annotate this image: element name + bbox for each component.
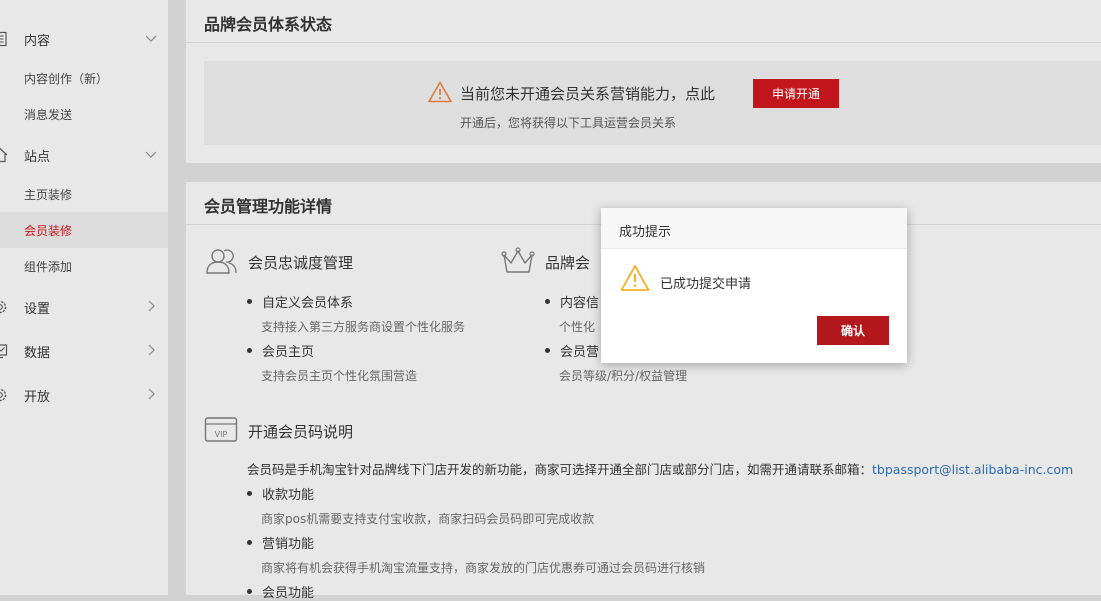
panel-title: 品牌会员体系状态 (204, 15, 333, 34)
sidebar-item-label: 主页装修 (24, 188, 73, 202)
chevron-down-icon (145, 151, 157, 158)
sidebar-group-label: 开放 (24, 390, 51, 405)
sidebar: 内容 内容创作（新） 消息发送 站点 主页装修 会员装修 组件添加 设置 数据 … (0, 0, 168, 595)
list-item: 自定义会员体系 (246, 292, 353, 311)
dialog-header: 成功提示 (601, 208, 907, 249)
sidebar-item-home-decor[interactable]: 主页装修 (0, 176, 168, 212)
gear-icon (0, 300, 7, 314)
list-item-desc: 支持接入第三方服务商设置个性化服务 (261, 320, 466, 334)
sidebar-group-open[interactable]: 开放 (0, 377, 168, 413)
warning-icon (620, 265, 650, 291)
list-item: 收款功能 (246, 484, 314, 503)
panel-title: 会员管理功能详情 (204, 197, 333, 216)
list-item-desc: 商家将有机会获得手机淘宝流量支持，商家发放的门店优惠券可通过会员码进行核销 (261, 561, 706, 575)
notice-text: 当前您未开通会员关系营销能力，点此 (460, 85, 716, 103)
list-item-desc: 支持会员主页个性化氛围营造 (261, 369, 418, 383)
dialog-title: 成功提示 (619, 225, 672, 240)
status-panel: 品牌会员体系状态 当前您未开通会员关系营销能力，点此 申请开通 开通后，您将获得… (186, 0, 1101, 163)
members-icon (206, 249, 237, 274)
notice-subtext: 开通后，您将获得以下工具运营会员关系 (460, 116, 677, 130)
list-item: 会员主页 (246, 341, 314, 360)
sidebar-item-label: 消息发送 (24, 108, 73, 122)
warning-icon (428, 81, 452, 103)
confirm-button[interactable]: 确认 (817, 316, 889, 345)
list-item-desc: 商家pos机需要支持支付宝收款，商家扫码会员码即可完成收款 (261, 512, 595, 526)
success-dialog: 成功提示 已成功提交申请 确认 (601, 208, 907, 363)
contact-email-link[interactable]: tbpassport@list.alibaba-inc.com (872, 462, 1073, 477)
sidebar-item-widget-add[interactable]: 组件添加 (0, 248, 168, 284)
sidebar-group-data[interactable]: 数据 (0, 333, 168, 369)
dialog-message: 已成功提交申请 (660, 277, 752, 292)
panel-header: 品牌会员体系状态 (186, 0, 1101, 43)
vip-intro: 会员码是手机淘宝针对品牌线下门店开发的新功能，商家可选择开通全部门店或部分门店，… (247, 459, 1073, 478)
vip-intro-text: 会员码是手机淘宝针对品牌线下门店开发的新功能，商家可选择开通全部门店或部分门店，… (247, 462, 873, 477)
sidebar-item-message-send[interactable]: 消息发送 (0, 96, 168, 132)
gear-icon (0, 388, 7, 402)
list-item: 会员功能 (246, 582, 314, 601)
list-item-desc: 个性化 (559, 320, 596, 334)
sidebar-item-label: 会员装修 (24, 224, 73, 238)
chevron-right-icon (148, 388, 155, 400)
sidebar-item-label: 内容创作（新） (24, 72, 109, 86)
list-item: 营销功能 (246, 533, 314, 552)
brand-title: 品牌会 (545, 254, 591, 272)
document-icon (0, 31, 7, 47)
sidebar-group-settings[interactable]: 设置 (0, 289, 168, 325)
sidebar-group-site[interactable]: 站点 (0, 137, 168, 173)
list-item-desc: 会员等级/积分/权益管理 (559, 369, 688, 383)
list-item: 内容信 (544, 292, 599, 311)
svg-text:VIP: VIP (215, 430, 228, 439)
vip-title: 开通会员码说明 (248, 423, 354, 441)
crown-icon (501, 247, 535, 273)
chevron-right-icon (148, 344, 155, 356)
chart-icon (0, 344, 8, 359)
sidebar-group-label: 设置 (24, 302, 51, 317)
sidebar-item-member-decor[interactable]: 会员装修 (0, 212, 168, 248)
sidebar-group-label: 站点 (24, 150, 51, 165)
home-icon (0, 147, 8, 163)
sidebar-group-content[interactable]: 内容 (0, 21, 168, 57)
notice-box: 当前您未开通会员关系营销能力，点此 申请开通 开通后，您将获得以下工具运营会员关… (204, 61, 1101, 145)
sidebar-group-label: 数据 (24, 346, 51, 361)
chevron-right-icon (148, 300, 155, 312)
apply-open-button[interactable]: 申请开通 (753, 79, 839, 108)
vip-card-icon: VIP (204, 417, 238, 442)
sidebar-item-label: 组件添加 (24, 260, 73, 274)
chevron-down-icon (145, 35, 157, 42)
sidebar-group-label: 内容 (24, 34, 51, 49)
loyalty-title: 会员忠诚度管理 (248, 254, 354, 272)
list-item: 会员营 (544, 341, 599, 360)
sidebar-item-content-create[interactable]: 内容创作（新） (0, 60, 168, 96)
